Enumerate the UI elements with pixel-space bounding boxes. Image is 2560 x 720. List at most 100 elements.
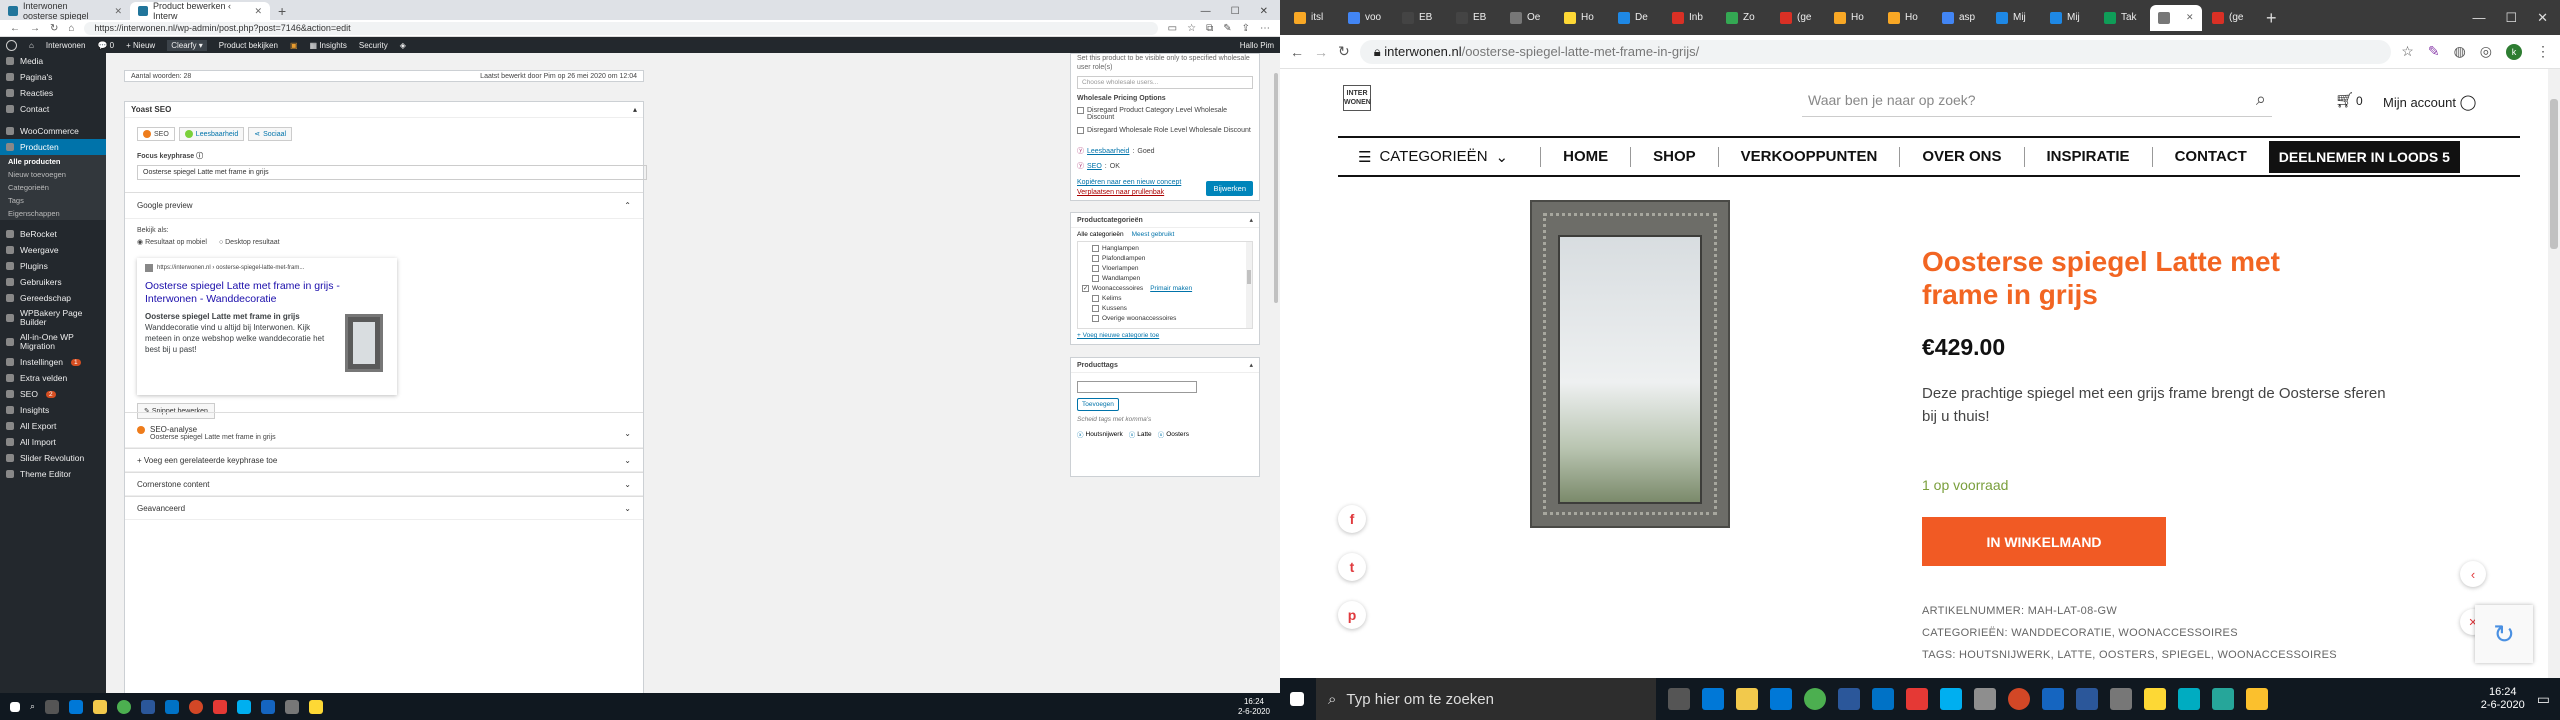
wholesale-opt1[interactable]: Disregard Product Category Level Wholesa…	[1077, 107, 1253, 121]
app-icon[interactable]	[2042, 688, 2064, 710]
task-view-icon[interactable]	[45, 699, 60, 714]
nav-verkooppunten[interactable]: VERKOOPPUNTEN	[1741, 148, 1878, 165]
sidebar-item[interactable]: All Export	[0, 418, 106, 434]
facebook-share-icon[interactable]: f	[1338, 505, 1366, 533]
nav-home[interactable]: HOME	[1563, 148, 1608, 165]
categories-menu-button[interactable]: ☰ CATEGORIEËN ⌄	[1348, 148, 1518, 166]
adminbar-greeting[interactable]: Hallo Pim	[1240, 41, 1274, 50]
remove-tag-icon[interactable]: ⓧ	[1158, 429, 1165, 439]
tab-all-categories[interactable]: Alle categorieën	[1077, 231, 1124, 238]
site-logo[interactable]: INTER WONEN	[1343, 85, 1371, 111]
taskbar-clock[interactable]: 16:24 2-6-2020	[1238, 697, 1270, 717]
app-icon[interactable]	[1974, 688, 1996, 710]
new-tab-button[interactable]: +	[2258, 9, 2285, 27]
adminbar-view-product[interactable]: Product bekijken	[219, 41, 278, 50]
chevron-down-icon[interactable]: ⌄	[624, 504, 631, 513]
twitter-share-icon[interactable]: t	[1338, 553, 1366, 581]
reader-icon[interactable]: ▭	[1168, 23, 1177, 34]
tag-input[interactable]	[1077, 381, 1197, 393]
sidebar-subitem[interactable]: Eigenschappen	[0, 207, 106, 220]
close-window-icon[interactable]: ✕	[2537, 10, 2548, 26]
cart-link[interactable]: 🛒︎ 0	[2335, 91, 2363, 109]
menu-dots-icon[interactable]: ⋯	[1260, 23, 1270, 34]
close-tab-icon[interactable]: ✕	[2186, 12, 2194, 23]
notifications-icon[interactable]: ▭	[2537, 691, 2550, 708]
add-category-link[interactable]: + Voeg nieuwe categorie toe	[1071, 329, 1259, 342]
category-checkbox[interactable]: ✓	[1082, 284, 1089, 292]
new-tab-button[interactable]: +	[270, 2, 294, 20]
checkbox[interactable]	[1077, 127, 1084, 134]
browser-tab[interactable]: Mij	[1988, 5, 2040, 31]
sidebar-item[interactable]: SEO 2	[0, 386, 106, 402]
reload-icon[interactable]: ↻	[50, 23, 58, 34]
radio-mobile[interactable]: ◉ Resultaat op mobiel	[137, 238, 207, 246]
minimize-icon[interactable]: —	[2472, 10, 2485, 25]
browser-tab[interactable]: voo	[1340, 5, 1392, 31]
add-tag-button[interactable]: Toevoegen	[1077, 398, 1119, 411]
tab-social[interactable]: ⋖ Sociaal	[248, 127, 293, 141]
chevron-down-icon[interactable]: ⌄	[624, 456, 631, 465]
category-item[interactable]: Overige woonaccessoires	[1078, 313, 1252, 323]
acrobat-icon[interactable]	[213, 699, 228, 714]
maximize-icon[interactable]: ☐	[1231, 6, 1240, 17]
wholesale-users-select[interactable]: Choose wholesale users...	[1077, 76, 1253, 89]
mail-icon[interactable]	[1770, 688, 1792, 710]
seo-analysis-row[interactable]: SEO-analyse Oosterse spiegel Latte met fr…	[125, 412, 643, 448]
task-view-icon[interactable]	[1668, 688, 1690, 710]
nav-over-ons[interactable]: OVER ONS	[1922, 148, 2001, 165]
close-tab-icon[interactable]: ✕	[254, 6, 262, 17]
browser-tab[interactable]: (ge	[1772, 5, 1824, 31]
extension-icon[interactable]: ◎	[2480, 43, 2492, 60]
sidebar-item[interactable]: All Import	[0, 434, 106, 450]
url-field[interactable]: https://interwonen.nl/wp-admin/post.php?…	[84, 21, 1158, 35]
word-icon[interactable]	[1838, 688, 1860, 710]
adminbar-clearfy[interactable]: Clearfy ▾	[167, 39, 207, 51]
tags-header[interactable]: Producttags ▴	[1071, 358, 1259, 373]
chevron-down-icon[interactable]: ⌄	[624, 480, 631, 489]
chrome-icon[interactable]	[1804, 688, 1826, 710]
category-checkbox[interactable]	[1092, 274, 1099, 282]
tab-product-edit[interactable]: Product bewerken ‹ Interw ✕	[130, 1, 270, 21]
menu-dots-icon[interactable]: ⋮	[2536, 43, 2550, 60]
category-scrollbar[interactable]	[1246, 242, 1252, 328]
sidebar-item[interactable]: Insights	[0, 402, 106, 418]
adminbar-new[interactable]: + Nieuw	[126, 41, 155, 50]
word-icon[interactable]	[2076, 688, 2098, 710]
star-icon[interactable]: ☆	[1187, 23, 1196, 34]
account-link[interactable]: Mijn account ◯	[2383, 93, 2476, 111]
page-scrollbar[interactable]	[2548, 69, 2560, 678]
sidebar-item[interactable]: Instellingen 1	[0, 354, 106, 370]
tab-readability[interactable]: Leesbaarheid	[178, 127, 245, 141]
nav-inspiratie[interactable]: INSPIRATIE	[2047, 148, 2130, 165]
browser-tab[interactable]: asp	[1934, 5, 1986, 31]
sidebar-item[interactable]: Contact	[0, 101, 106, 117]
profile-avatar[interactable]: k	[2506, 43, 2522, 60]
minimize-icon[interactable]: —	[1201, 6, 1211, 17]
main-scrollbar[interactable]	[1272, 53, 1280, 693]
sidebar-item[interactable]: Plugins	[0, 258, 106, 274]
checkbox[interactable]	[1077, 107, 1084, 114]
cornerstone-row[interactable]: Cornerstone content ⌄	[125, 472, 643, 496]
maximize-icon[interactable]: ☐	[2505, 10, 2517, 26]
browser-tab[interactable]: EB	[1448, 5, 1500, 31]
windows-start-icon[interactable]	[1290, 692, 1304, 706]
sidebar-item[interactable]: Media	[0, 53, 106, 69]
close-tab-icon[interactable]: ✕	[114, 6, 122, 17]
browser-tab[interactable]: (ge	[2204, 5, 2256, 31]
browser-tab[interactable]: Ho	[1880, 5, 1932, 31]
adminbar-comments[interactable]: 💬 0	[97, 41, 114, 50]
browser-tab[interactable]: De	[1610, 5, 1662, 31]
home-icon[interactable]: ⌂	[68, 23, 74, 34]
taskbar-search[interactable]: ⌕ Typ hier om te zoeken	[1316, 678, 1656, 720]
wholesale-opt2[interactable]: Disregard Wholesale Role Level Wholesale…	[1077, 127, 1253, 134]
forward-icon[interactable]: →	[30, 23, 40, 34]
google-preview-header[interactable]: Google preview ⌃	[125, 192, 643, 219]
gallery-prev-icon[interactable]: ‹	[2460, 561, 2486, 587]
category-item[interactable]: ✓ Woonaccessoires Primair maken	[1078, 283, 1252, 293]
sidebar-subitem[interactable]: Categorieën	[0, 181, 106, 194]
product-image[interactable]	[1530, 200, 1730, 528]
app-icon[interactable]	[2246, 688, 2268, 710]
category-checkbox[interactable]	[1092, 314, 1099, 322]
nav-shop[interactable]: SHOP	[1653, 148, 1696, 165]
toggle-icon[interactable]: ▴	[1249, 216, 1253, 224]
